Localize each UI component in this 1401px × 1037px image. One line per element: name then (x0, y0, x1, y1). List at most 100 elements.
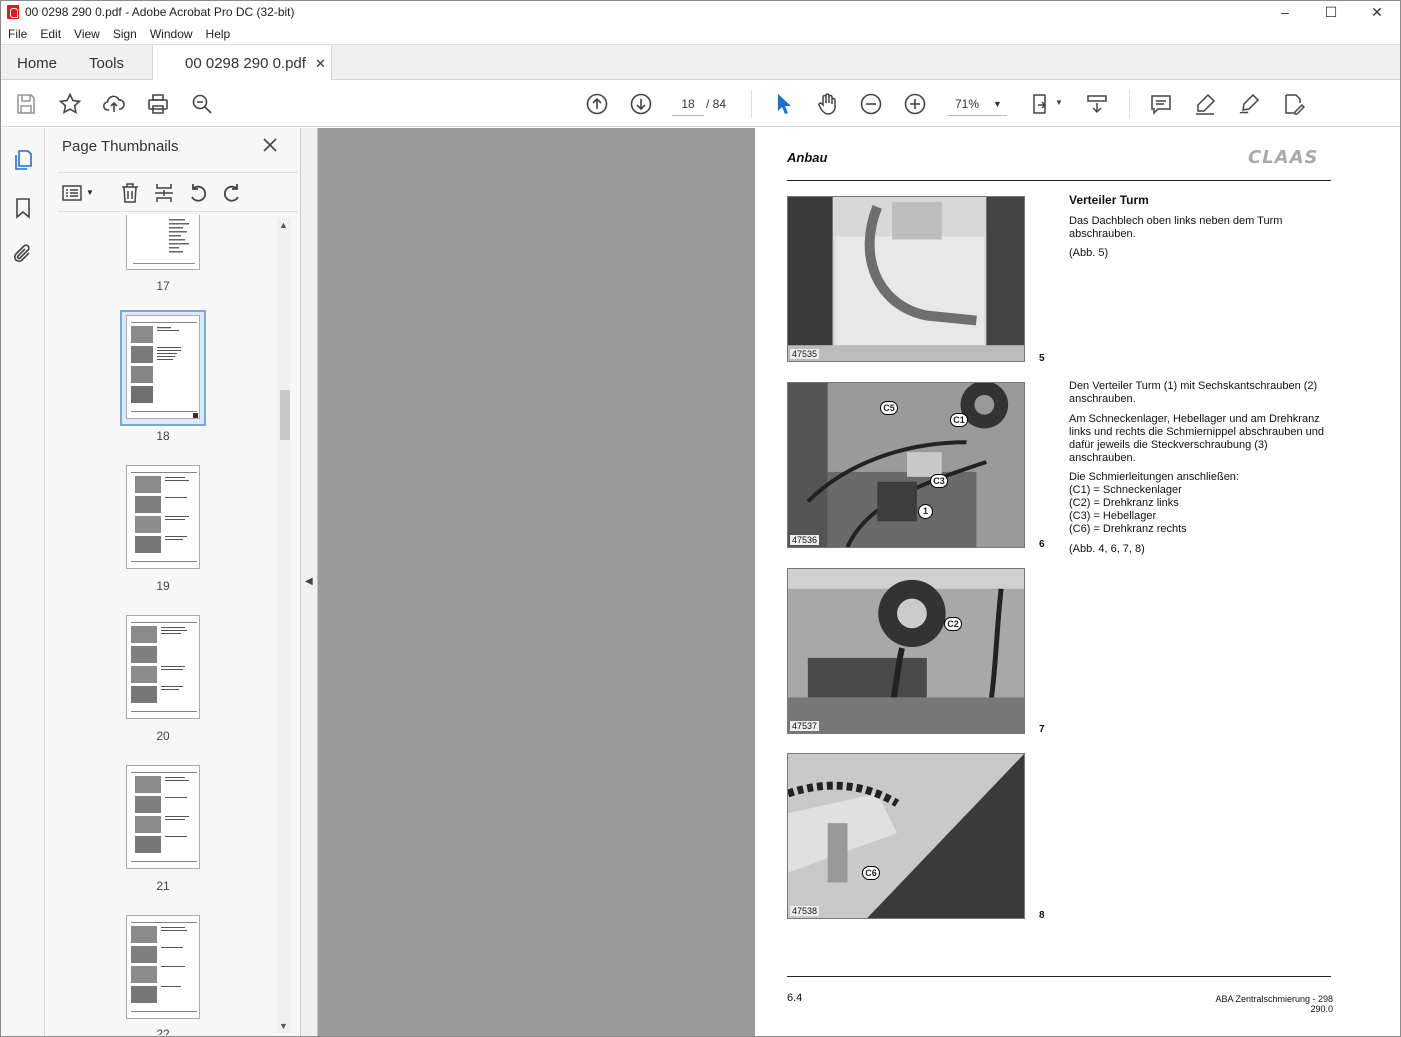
tab-bar: Home Tools 00 0298 290 0.pdf ✕ (1, 44, 1400, 82)
draw-pen-icon[interactable] (1237, 92, 1261, 116)
section-title: Verteiler Turm (1069, 194, 1331, 208)
thumbnail-label-22: 22 (156, 1027, 170, 1035)
attachments-icon[interactable] (11, 242, 35, 266)
header-rule (787, 180, 1331, 181)
tab-document[interactable]: 00 0298 290 0.pdf ✕ (152, 45, 332, 82)
menu-help[interactable]: Help (199, 27, 237, 41)
next-page-icon[interactable] (629, 92, 653, 116)
pdf-page: Anbau CLAAS 47535 5 47536 C5 C1 C3 1 6 4… (755, 128, 1400, 1036)
insert-page-icon[interactable] (152, 181, 176, 205)
options-chevron-icon[interactable]: ▼ (86, 188, 94, 197)
chevron-down-icon: ▼ (993, 98, 1002, 109)
menu-edit[interactable]: Edit (33, 27, 67, 41)
page-number-input[interactable]: 18 (672, 92, 704, 116)
acrobat-window: 00 0298 290 0.pdf - Adobe Acrobat Pro DC… (0, 0, 1401, 1037)
hand-tool-icon[interactable] (815, 92, 839, 116)
callout-c3: C3 (930, 474, 948, 488)
print-icon[interactable] (146, 92, 170, 116)
toolbar-divider (751, 90, 752, 118)
figure-6-number: 6 (1039, 539, 1045, 550)
menu-file[interactable]: File (1, 27, 33, 41)
zoom-in-icon[interactable] (903, 92, 927, 116)
scroll-up-icon[interactable]: ▲ (279, 220, 288, 230)
page-header: Anbau (787, 150, 828, 165)
left-nav-rail (1, 128, 45, 1036)
tab-tools[interactable]: Tools (89, 45, 124, 81)
footer-rule (787, 976, 1331, 977)
scroll-down-icon[interactable]: ▼ (279, 1021, 288, 1031)
select-cursor-icon[interactable] (772, 92, 796, 116)
delete-page-icon[interactable] (118, 181, 142, 205)
thumbnail-toolbar: ▼ (58, 172, 298, 212)
scroll-mode-icon[interactable] (1085, 92, 1109, 116)
menu-view[interactable]: View (67, 27, 106, 41)
page-fit-chevron-icon[interactable]: ▼ (1055, 98, 1063, 107)
page-fit-icon[interactable] (1030, 92, 1054, 116)
scrollbar-thumb[interactable] (280, 390, 290, 440)
thumbnail-scrollbar[interactable]: ▲ ▼ (278, 218, 290, 1033)
toolbar: 18 / 84 71% ▼ ▼ (1, 80, 1400, 127)
rotate-left-icon[interactable] (186, 181, 210, 205)
thumbnail-page-19[interactable] (126, 465, 200, 569)
thumbnail-label-21: 21 (156, 879, 170, 893)
callout-c6: C6 (862, 866, 880, 880)
figure-5-id: 47535 (790, 349, 820, 359)
highlight-pen-icon[interactable] (1193, 92, 1217, 116)
tab-close-icon[interactable]: ✕ (315, 56, 326, 72)
tab-home[interactable]: Home (17, 45, 57, 81)
thumbnail-label-20: 20 (156, 729, 170, 743)
claas-logo: CLAAS (1248, 147, 1319, 168)
close-panel-icon[interactable] (261, 136, 279, 154)
zoom-level-select[interactable]: 71% ▼ (947, 92, 1007, 116)
menu-sign[interactable]: Sign (106, 27, 143, 41)
paragraph-1: Das Dachblech oben links neben dem Turm … (1069, 215, 1283, 240)
title-bar: 00 0298 290 0.pdf - Adobe Acrobat Pro DC… (1, 1, 1400, 23)
section-title-text: Verteiler Turm (1069, 193, 1149, 207)
thumbnail-label-19: 19 (156, 579, 170, 593)
panel-title: Page Thumbnails (62, 138, 179, 155)
paragraph-2: Den Verteiler Turm (1) mit Sechskantschr… (1069, 380, 1318, 405)
list-item: (C1) = Schneckenlager (1069, 484, 1182, 496)
options-menu-icon[interactable] (60, 181, 84, 205)
list-item: (C6) = Drehkranz rechts (1069, 523, 1187, 535)
thumbnail-list: 17 18 19 20 21 22 (58, 215, 278, 1035)
figure-5-number: 5 (1039, 353, 1045, 364)
collapse-panel-handle[interactable]: ◀ (301, 128, 318, 1036)
upload-cloud-icon[interactable] (102, 92, 126, 116)
minimize-button[interactable]: – (1262, 1, 1308, 23)
page-thumbnails-panel: Page Thumbnails ▼ 17 18 19 20 21 22 ▲ ▼ (46, 128, 301, 1036)
menu-window[interactable]: Window (143, 27, 199, 41)
footer-page-number: 6.4 (787, 992, 803, 1004)
maximize-button[interactable]: ☐ (1308, 1, 1354, 23)
callout-c1: C1 (950, 413, 968, 427)
save-icon[interactable] (14, 92, 38, 116)
callout-1: 1 (918, 504, 933, 519)
thumbnail-page-21[interactable] (126, 765, 200, 869)
bookmarks-icon[interactable] (11, 196, 35, 220)
thumbnail-page-17[interactable] (126, 215, 200, 270)
rotate-right-icon[interactable] (220, 181, 244, 205)
thumbnail-page-18[interactable] (126, 315, 200, 419)
page-total: / 84 (706, 97, 727, 111)
figure-7-number: 7 (1039, 724, 1045, 735)
zoom-out-icon[interactable] (859, 92, 883, 116)
thumbnail-page-20[interactable] (126, 615, 200, 719)
page-thumbnails-icon[interactable] (11, 148, 35, 172)
fill-sign-icon[interactable] (1281, 92, 1305, 116)
chevron-left-icon[interactable]: ◀ (305, 576, 313, 587)
figure-5-photo: 47535 (787, 196, 1025, 362)
comment-icon[interactable] (1149, 92, 1173, 116)
list-item: (C3) = Hebellager (1069, 510, 1157, 522)
zoom-level-value: 71% (955, 96, 980, 111)
figure-8-photo: 47538 C6 (787, 753, 1025, 919)
figure-6-photo: 47536 C5 C1 C3 1 (787, 382, 1025, 548)
previous-page-icon[interactable] (585, 92, 609, 116)
document-viewport-background (318, 128, 755, 1036)
thumbnail-page-22[interactable] (126, 915, 200, 1019)
figure-6-id: 47536 (790, 535, 820, 545)
close-window-button[interactable]: ✕ (1354, 1, 1400, 23)
zoom-search-icon[interactable] (190, 92, 214, 116)
callout-c5: C5 (880, 401, 898, 415)
figure-8-number: 8 (1039, 910, 1045, 921)
bookmark-star-icon[interactable] (58, 92, 82, 116)
